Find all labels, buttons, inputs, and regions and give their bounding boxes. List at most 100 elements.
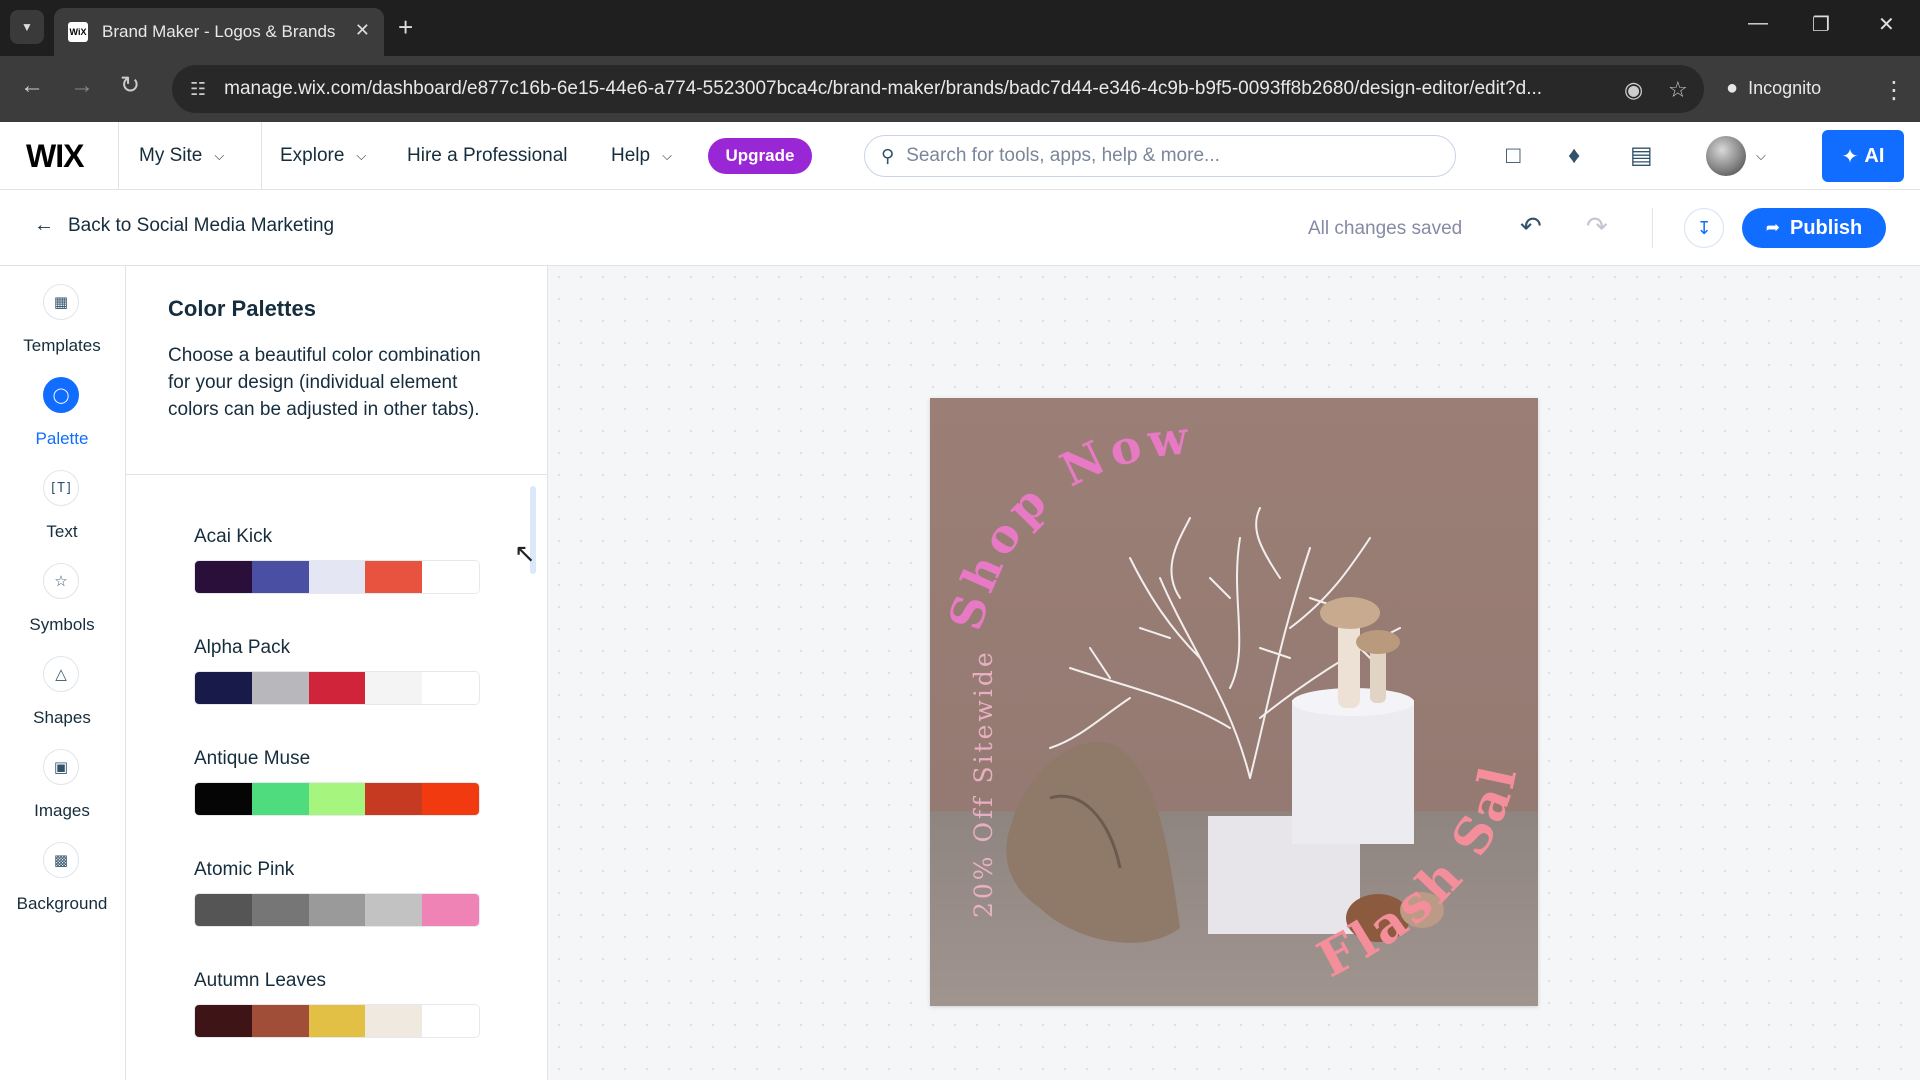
editor-header: ← Back to Social Media Marketing All cha… [0, 190, 1920, 266]
rail-item-palette[interactable]: ◯ Palette [0, 377, 124, 469]
rail-item-background[interactable]: ▩ Background [0, 842, 124, 934]
site-info-icon[interactable]: ☷ [190, 79, 206, 100]
back-link[interactable]: ← Back to Social Media Marketing [34, 214, 334, 237]
color-swatch [365, 1005, 423, 1037]
nav-hire-label: Hire a Professional [407, 145, 568, 166]
restore-icon[interactable]: ❐ [1812, 12, 1830, 37]
forward-arrow-icon[interactable]: → [70, 74, 94, 98]
wix-logo[interactable]: WIX [26, 138, 84, 175]
my-site-label: My Site [139, 145, 203, 166]
tool-rail: ▦ Templates ◯ Palette [T] Text ☆ Symbols… [0, 266, 126, 1080]
palette-option-atomic-pink[interactable]: Atomic Pink [194, 859, 494, 927]
chevron-down-icon: ▼ [21, 20, 33, 34]
wix-top-bar: WIX My Site ⌵ Explore ⌵ Hire a Professio… [0, 122, 1920, 190]
palette-option-acai-kick[interactable]: Acai Kick [194, 526, 494, 594]
color-swatch [195, 1005, 252, 1037]
color-swatch [422, 672, 479, 704]
chevron-down-icon: ⌵ [662, 148, 672, 163]
my-site-dropdown[interactable]: My Site ⌵ [118, 122, 262, 190]
templates-icon: ▦ [43, 284, 79, 320]
bookmark-star-icon[interactable]: ☆ [1668, 77, 1688, 103]
color-swatch [195, 672, 252, 704]
incognito-indicator[interactable]: ● Incognito [1726, 66, 1821, 110]
download-button[interactable]: ↧ [1684, 208, 1724, 248]
redo-icon[interactable]: ↷ [1586, 212, 1608, 240]
pedestal-cylinder [1292, 700, 1414, 844]
save-status: All changes saved [1308, 218, 1463, 239]
palette-name: Antique Muse [194, 748, 311, 769]
color-swatch [308, 1005, 366, 1037]
rail-item-label: Text [46, 522, 78, 541]
color-swatch [308, 561, 366, 593]
arrow-left-icon: ← [34, 214, 54, 236]
browser-tab[interactable]: WiX Brand Maker - Logos & Brands ✕ [54, 8, 384, 56]
palette-option-alpha-pack[interactable]: Alpha Pack [194, 637, 494, 705]
back-arrow-icon[interactable]: ← [20, 74, 44, 98]
palette-name: Atomic Pink [194, 859, 295, 880]
search-input[interactable] [906, 145, 1427, 167]
mouse-cursor-icon: ↖ [514, 538, 536, 568]
share-icon: ➦ [1765, 218, 1780, 237]
palette-name: Autumn Leaves [194, 970, 327, 991]
close-window-icon[interactable]: ✕ [1878, 12, 1895, 37]
color-swatch [308, 894, 366, 926]
undo-icon[interactable]: ↶ [1520, 212, 1542, 240]
color-swatch [251, 1005, 309, 1037]
palette-swatches [194, 560, 480, 594]
avatar[interactable] [1706, 136, 1746, 176]
ai-button[interactable]: ✦ AI [1822, 130, 1904, 182]
eye-off-icon[interactable]: ◉ [1624, 77, 1643, 103]
upgrade-button[interactable]: Upgrade [708, 138, 812, 174]
image-icon: ▣ [43, 749, 79, 785]
rail-item-images[interactable]: ▣ Images [0, 749, 124, 841]
new-tab-icon[interactable]: + [398, 14, 413, 40]
incognito-icon: ● [1726, 76, 1739, 99]
tab-search-button[interactable]: ▼ [10, 10, 44, 44]
design-text-shop-now[interactable]: Shop Now [938, 410, 1196, 636]
download-icon: ↧ [1696, 217, 1712, 238]
design-artboard[interactable]: Shop Now 20% Off Sitewide Flash Sale [930, 398, 1538, 1006]
palette-name: Acai Kick [194, 526, 273, 547]
reload-icon[interactable]: ↻ [120, 74, 140, 98]
palette-option-antique-muse[interactable]: Antique Muse [194, 748, 494, 816]
browser-menu-icon[interactable]: ⋮ [1882, 76, 1906, 105]
color-swatch [422, 894, 479, 926]
nav-help-label: Help [611, 145, 651, 166]
design-canvas[interactable]: Shop Now 20% Off Sitewide Flash Sale [548, 266, 1920, 1080]
nav-explore[interactable]: Explore ⌵ [280, 122, 366, 190]
minimize-icon[interactable]: — [1748, 12, 1768, 35]
design-text-discount[interactable]: 20% Off Sitewide [969, 649, 998, 918]
color-swatch [195, 894, 252, 926]
nav-help[interactable]: Help ⌵ [611, 122, 672, 190]
star-icon: ☆ [43, 563, 79, 599]
rail-item-text[interactable]: [T] Text [0, 470, 124, 562]
color-swatch [365, 672, 423, 704]
back-label: Back to Social Media Marketing [68, 214, 335, 236]
news-icon[interactable]: ▤ [1630, 142, 1653, 170]
publish-button[interactable]: ➦ Publish [1742, 208, 1886, 248]
palette-name: Alpha Pack [194, 637, 291, 658]
palette-icon: ◯ [43, 377, 79, 413]
color-swatch [251, 783, 309, 815]
search-box[interactable]: ⚲ [864, 135, 1456, 177]
tab-title: Brand Maker - Logos & Brands [102, 22, 336, 41]
color-swatch [195, 561, 252, 593]
chevron-down-icon[interactable]: ⌵ [1756, 148, 1766, 164]
color-swatch [422, 1005, 479, 1037]
address-bar[interactable]: ☷ manage.wix.com/dashboard/e877c16b-6e15… [172, 65, 1704, 113]
color-swatch [365, 894, 423, 926]
bell-icon[interactable]: ♦ [1568, 142, 1580, 170]
rock [1006, 741, 1180, 943]
chevron-down-icon: ⌵ [214, 148, 225, 163]
rail-item-shapes[interactable]: △ Shapes [0, 656, 124, 748]
palette-swatches [194, 671, 480, 705]
close-tab-icon[interactable]: ✕ [355, 20, 370, 41]
nav-hire-professional[interactable]: Hire a Professional [407, 122, 568, 190]
rail-item-templates[interactable]: ▦ Templates [0, 284, 124, 376]
panel-description: Choose a beautiful color combination for… [168, 345, 481, 420]
palette-option-autumn-leaves[interactable]: Autumn Leaves [194, 970, 494, 1038]
chat-icon[interactable]: □ [1506, 142, 1521, 170]
rail-item-label: Palette [35, 429, 89, 448]
wix-favicon-icon: WiX [68, 22, 88, 42]
rail-item-symbols[interactable]: ☆ Symbols [0, 563, 124, 655]
